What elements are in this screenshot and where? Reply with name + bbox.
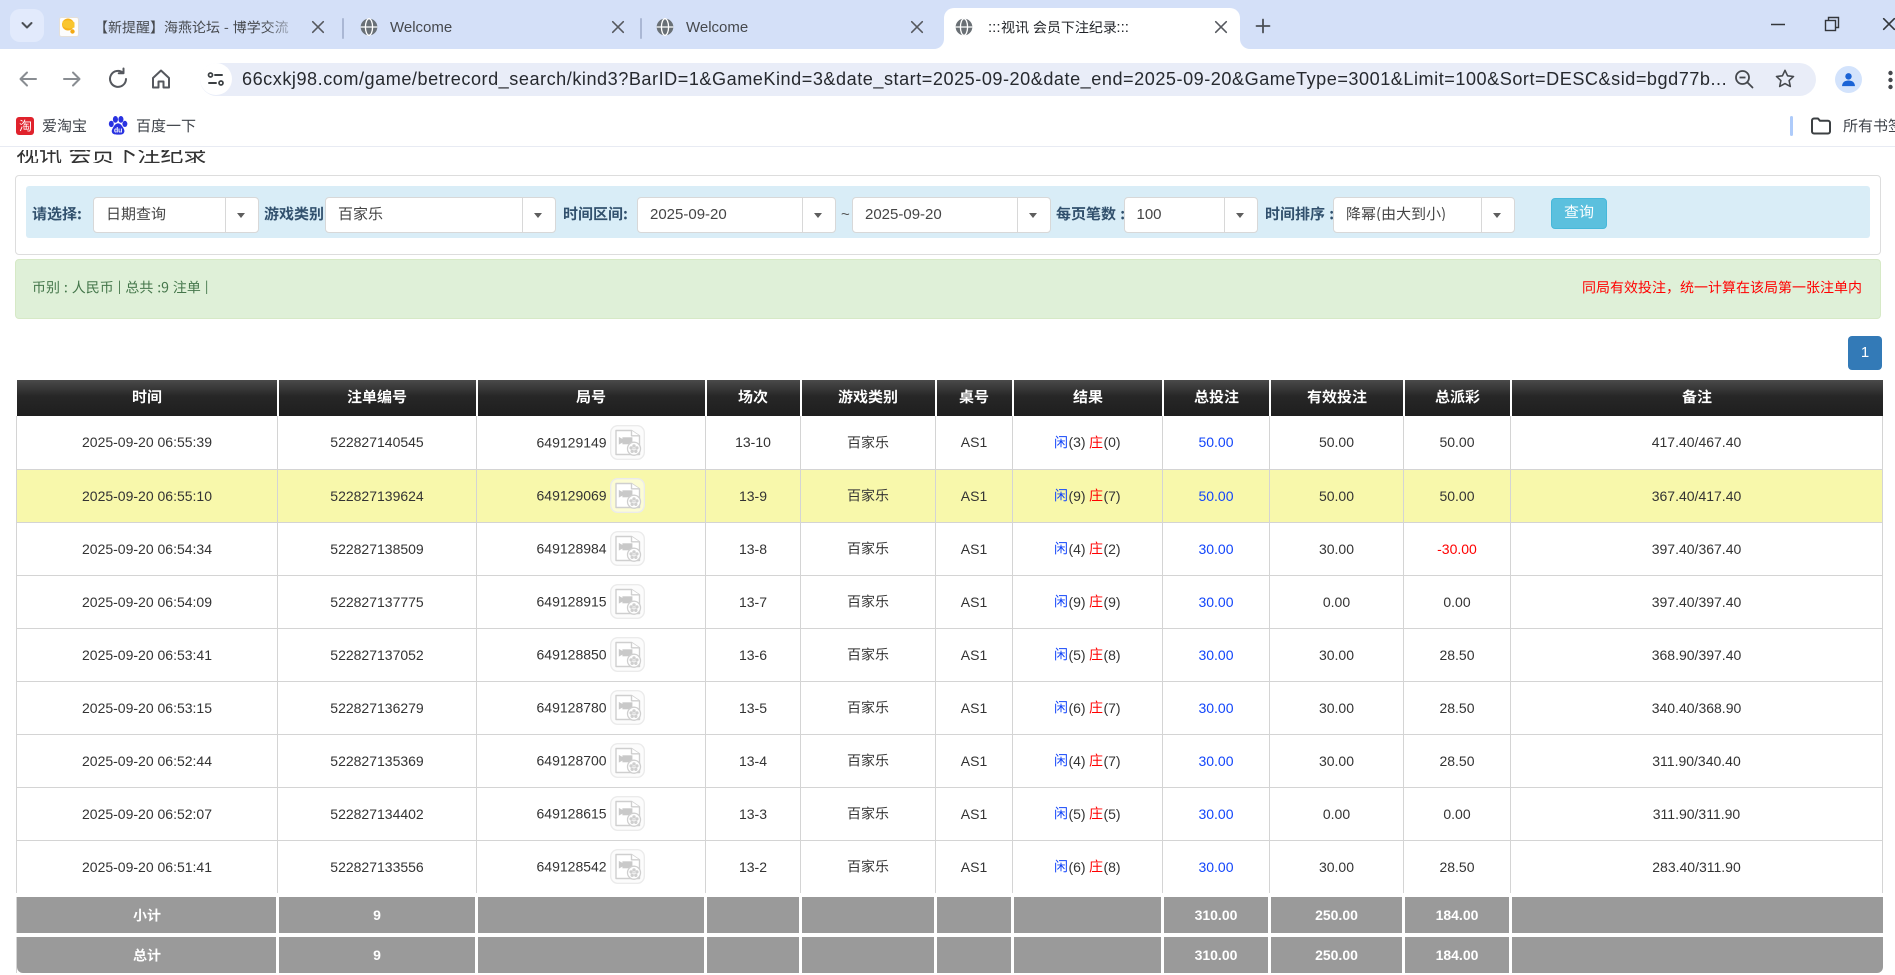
svg-text:du: du	[114, 127, 122, 134]
